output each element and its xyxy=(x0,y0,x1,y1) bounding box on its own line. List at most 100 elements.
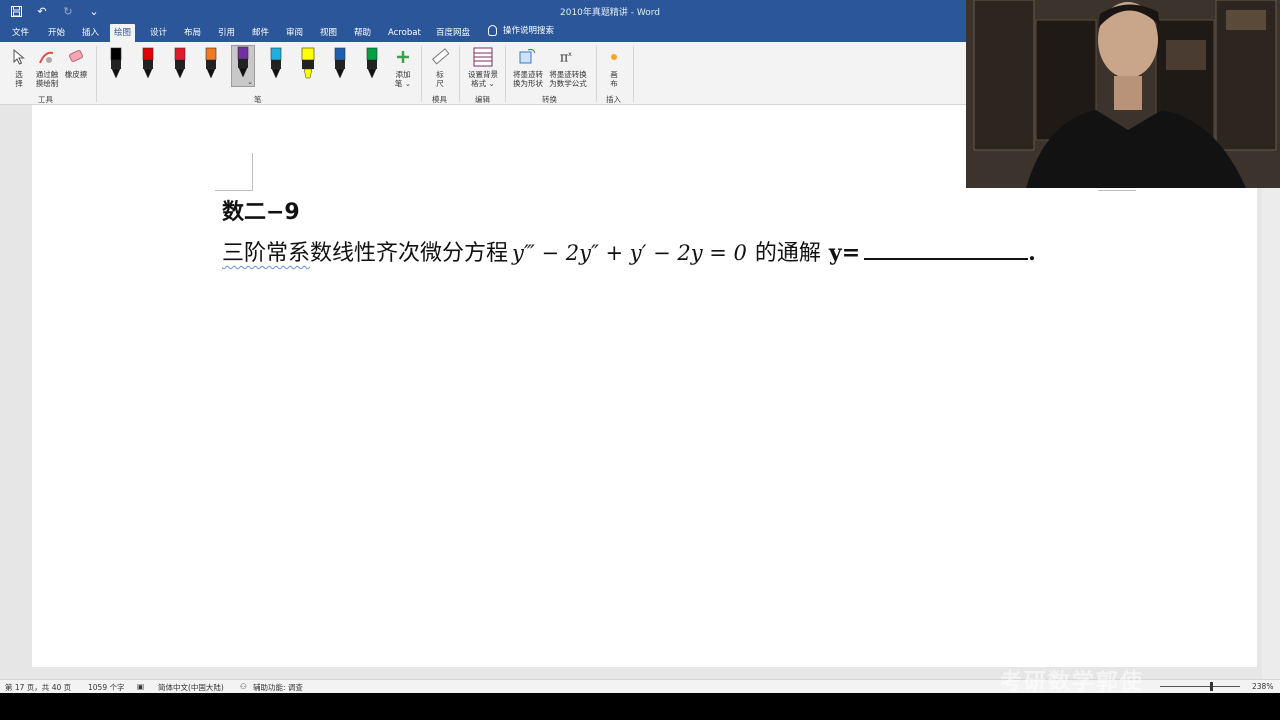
plus-icon xyxy=(393,46,413,68)
answer-prefix: y= xyxy=(828,240,861,266)
vertical-scrollbar[interactable] xyxy=(1262,105,1280,679)
pen-black[interactable] xyxy=(105,47,127,81)
pen-icon xyxy=(174,47,186,79)
tab-home[interactable]: 开始 xyxy=(44,24,69,42)
crop-mark xyxy=(252,153,253,191)
ink-to-shape-button[interactable]: 将墨迹转 换为形状 xyxy=(510,46,546,88)
format-background-button[interactable]: 设置背景 格式 ⌄ xyxy=(464,46,502,88)
save-icon[interactable] xyxy=(8,3,24,19)
ruler-button[interactable]: 标 尺 xyxy=(428,46,452,88)
tab-mailings[interactable]: 邮件 xyxy=(248,24,273,42)
tab-review[interactable]: 审阅 xyxy=(282,24,307,42)
canvas-button[interactable]: 画 布 xyxy=(602,46,626,88)
canvas-label: 画 布 xyxy=(610,70,618,88)
tab-acrobat[interactable]: Acrobat xyxy=(384,24,425,42)
undo-icon[interactable]: ↶ xyxy=(34,3,50,19)
touch-draw-icon xyxy=(37,46,57,68)
group-label-insert: 插入 xyxy=(606,95,621,104)
group-label-tools: 工具 xyxy=(38,95,53,104)
ink-to-shape-label: 将墨迹转 换为形状 xyxy=(513,70,543,88)
proofing-icon[interactable]: ▣ xyxy=(137,682,144,691)
spellcheck-underlined-text: 三阶常系 xyxy=(222,241,311,266)
tab-layout[interactable]: 布局 xyxy=(180,24,205,42)
ink-to-math-button[interactable]: πx 将墨迹转换 为数学公式 xyxy=(546,46,590,88)
crop-mark xyxy=(215,190,253,191)
pen-red2[interactable] xyxy=(169,47,191,81)
tab-draw[interactable]: 绘图 xyxy=(110,24,136,42)
pen-orange[interactable] xyxy=(200,47,222,81)
answer-period: . xyxy=(1028,240,1036,266)
touch-draw-button[interactable]: 通过触 摸绘制 xyxy=(32,46,62,88)
group-separator xyxy=(633,46,634,102)
webcam-overlay xyxy=(966,0,1280,188)
tell-me-label: 操作说明搜索 xyxy=(503,26,555,36)
group-separator xyxy=(421,46,422,102)
group-separator xyxy=(96,46,97,102)
select-label: 选 择 xyxy=(15,70,23,88)
problem-statement: 三阶常系 数线性齐次微分方程 y‴ − 2y″ + y′ − 2y = 0 的通解 y=… xyxy=(222,235,1036,267)
lightbulb-icon xyxy=(488,24,497,36)
tab-help[interactable]: 帮助 xyxy=(350,24,375,42)
page-count[interactable]: 第 17 页，共 40 页 xyxy=(5,682,71,693)
eraser-label: 橡皮擦 xyxy=(64,70,88,79)
ruler-icon xyxy=(430,46,450,68)
pen-yellow-highlighter[interactable] xyxy=(297,47,319,81)
word-count[interactable]: 1059 个字 xyxy=(88,682,124,693)
question-text: 数线性齐次微分方程 xyxy=(310,241,509,266)
pen-icon xyxy=(205,47,217,79)
presenter-video xyxy=(966,0,1280,188)
group-separator xyxy=(505,46,506,102)
format-background-label: 设置背景 格式 ⌄ xyxy=(468,70,498,88)
tell-me-search[interactable]: 操作说明搜索 xyxy=(488,24,554,36)
tab-file[interactable]: 文件 xyxy=(8,24,33,42)
pen-cyan[interactable] xyxy=(265,47,287,81)
pen-icon xyxy=(110,47,122,79)
redo-icon[interactable]: ↻ xyxy=(60,3,76,19)
pen-green[interactable] xyxy=(361,47,383,81)
accessibility-status[interactable]: 辅助功能: 调查 xyxy=(253,682,303,693)
tab-references[interactable]: 引用 xyxy=(214,24,239,42)
window-title: 2010年真题精讲 - Word xyxy=(560,8,661,18)
quick-access-toolbar: ↶ ↻ ⌄ xyxy=(8,3,102,19)
customize-qat-icon[interactable]: ⌄ xyxy=(86,3,102,19)
zoom-level[interactable]: 238% xyxy=(1252,682,1273,691)
document-area: 数二−9 三阶常系 数线性齐次微分方程 y‴ − 2y″ + y′ − 2y = 0… xyxy=(0,105,1280,679)
answer-blank[interactable] xyxy=(864,238,1029,260)
pen-purple[interactable]: ⌄ xyxy=(231,45,255,87)
pen-icon xyxy=(366,47,378,79)
ink-to-shape-icon xyxy=(518,46,538,68)
pen-icon xyxy=(334,47,346,79)
group-label-stencils: 模具 xyxy=(432,95,447,104)
ink-to-math-icon: πx xyxy=(558,46,578,68)
letterbox-bottom xyxy=(0,693,1280,720)
tab-design[interactable]: 设计 xyxy=(146,24,171,42)
select-button[interactable]: 选 择 xyxy=(8,46,30,88)
tab-insert[interactable]: 插入 xyxy=(78,24,103,42)
add-pen-button[interactable]: 添加 笔 ⌄ xyxy=(390,46,416,88)
pen-icon xyxy=(237,46,249,78)
pen-icon xyxy=(301,47,315,79)
background-grid-icon xyxy=(473,46,493,68)
differential-equation: y‴ − 2y″ + y′ − 2y = 0 xyxy=(512,241,747,265)
tab-baidu-netdisk[interactable]: 百度网盘 xyxy=(432,24,474,42)
pen-icon xyxy=(270,47,282,79)
pen-icon xyxy=(142,47,154,79)
group-separator xyxy=(459,46,460,102)
svg-text:x: x xyxy=(568,51,572,58)
pen-blue[interactable] xyxy=(329,47,351,81)
language[interactable]: 简体中文(中国大陆) xyxy=(158,682,224,693)
document-page[interactable]: 数二−9 三阶常系 数线性齐次微分方程 y‴ − 2y″ + y′ − 2y = 0… xyxy=(32,105,1257,667)
zoom-slider[interactable] xyxy=(1160,686,1240,687)
group-label-pens: 笔 xyxy=(254,95,262,104)
pen-red[interactable] xyxy=(137,47,159,81)
eraser-icon xyxy=(66,46,86,68)
canvas-icon xyxy=(604,46,624,68)
tab-view[interactable]: 视图 xyxy=(316,24,341,42)
group-separator xyxy=(596,46,597,102)
cursor-icon xyxy=(9,46,29,68)
zoom-slider-handle[interactable] xyxy=(1210,682,1213,691)
chevron-down-icon[interactable]: ⌄ xyxy=(247,78,253,86)
ruler-label: 标 尺 xyxy=(436,70,444,88)
group-label-convert: 转换 xyxy=(542,95,557,104)
eraser-button[interactable]: 橡皮擦 xyxy=(62,46,90,79)
